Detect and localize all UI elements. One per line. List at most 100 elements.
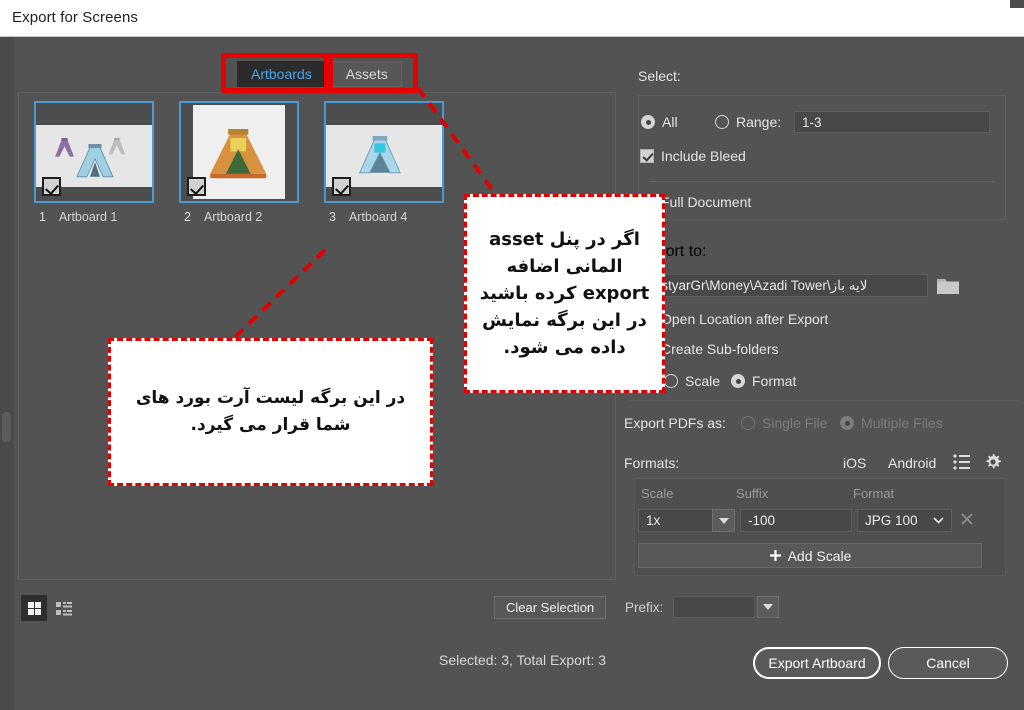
callout-assets-text: اگر در پنل asset المانی اضافه export کرد… [479,229,650,358]
artboard-checkbox[interactable] [332,177,351,196]
include-bleed-label: Include Bleed [661,148,746,164]
create-subfolders-label: Create Sub-folders [661,341,779,357]
list-view-button[interactable] [51,595,77,621]
ios-label: iOS [843,455,867,471]
vertical-scrollbar-thumb[interactable] [2,412,11,442]
suffix-input[interactable]: -100 [740,509,852,532]
radio-scale-icon [664,374,678,388]
artboard-caption: 1 Artboard 1 [34,210,154,224]
radio-scale-label: Scale [685,373,721,389]
prefix-label: Prefix: [625,600,664,615]
azadi-tower-icon [210,129,267,179]
scale-dropdown-button[interactable] [712,509,735,532]
radio-all[interactable]: All [641,114,678,130]
radio-format-icon [731,374,745,388]
callout-assets-note: اگر در پنل asset المانی اضافه export کرد… [464,194,665,393]
artboard-item[interactable]: 2 Artboard 2 [179,101,299,224]
radio-scale[interactable]: Scale [664,373,720,389]
list-icon [953,454,970,470]
ios-preset-button[interactable]: iOS [843,455,866,471]
format-value: JPG 100 [865,513,918,528]
close-icon [961,513,973,525]
android-label: Android [888,455,937,471]
multiple-files-label: Multiple Files [861,415,943,431]
browse-folder-button[interactable] [936,276,960,301]
grid-view-icon [27,601,41,615]
artboard-item[interactable]: 1 Artboard 1 [34,101,154,224]
window-title: Export for Screens [12,9,139,26]
view-toggle-group [21,595,77,621]
artboard-thumbnail[interactable] [324,101,444,203]
include-bleed-checkbox-icon [640,149,654,163]
chevron-down-icon [763,604,773,610]
prefix-input[interactable] [673,596,755,618]
artboard-index: 3 [329,210,336,224]
artboard-checkbox[interactable] [42,177,61,196]
highlight-artboards-tab [221,53,329,93]
range-input[interactable]: 1-3 [794,111,990,133]
highlight-assets-tab [328,53,418,93]
scale-value-input[interactable]: 1x [638,509,713,532]
full-document-label: Full Document [661,194,752,210]
azadi-tower-icon [55,137,126,178]
radio-range[interactable]: Range: [715,114,781,130]
add-scale-button[interactable]: Add Scale [638,543,982,568]
export-for-screens-dialog: Export for Screens Artboards Assets 1 Ar… [0,0,1024,710]
radio-multiple-files[interactable]: Multiple Files [840,415,943,431]
artboard-preview [193,105,285,199]
radio-multiple-files-icon [840,416,854,430]
group-divider [649,181,995,182]
chevron-down-icon [933,517,944,524]
radio-range-icon [715,115,729,129]
caret-down-icon [718,517,729,524]
column-header-suffix: Suffix [736,486,769,501]
callout-artboards-text: در این برگه لیست آرت بورد های شما قرار م… [135,387,406,435]
prefix-dropdown-button[interactable] [757,596,779,618]
radio-all-icon [641,115,655,129]
artboard-caption: 3 Artboard 4 [324,210,444,224]
artboard-thumbnail[interactable] [179,101,299,203]
remove-scale-button[interactable] [960,512,974,531]
title-bar: Export for Screens [0,0,1024,37]
artboard-index: 1 [39,210,46,224]
artboard-name: Artboard 4 [348,210,408,224]
formats-label-row: Formats: [624,455,679,471]
cancel-label: Cancel [926,655,970,671]
select-label: Select: [638,68,681,84]
export-artboard-button[interactable]: Export Artboard [753,647,881,679]
artboard-checkbox[interactable] [187,177,206,196]
column-header-scale: Scale [641,486,674,501]
plus-icon [769,550,781,561]
artboard-thumbnail[interactable] [34,101,154,203]
android-preset-button[interactable]: Android [888,455,936,471]
radio-format[interactable]: Format [731,373,796,389]
left-edge-strip [0,37,14,710]
settings-divider [627,400,1019,401]
scale-value: 1x [646,513,661,528]
checkbox-open-location[interactable]: Open Location after Export [640,311,828,327]
formats-list-button[interactable] [953,454,971,475]
single-file-label: Single File [762,415,828,431]
radio-format-label: Format [752,373,797,389]
clear-selection-button[interactable]: Clear Selection [494,596,607,619]
column-header-format: Format [853,486,895,501]
radio-single-file[interactable]: Single File [741,415,827,431]
radio-single-file-icon [741,416,755,430]
artboard-index: 2 [184,210,191,224]
clear-selection-label: Clear Selection [506,600,595,615]
list-view-icon [55,601,72,615]
artboard-item[interactable]: 3 Artboard 4 [324,101,444,224]
artboard-caption: 2 Artboard 2 [179,210,299,224]
formats-settings-button[interactable] [984,453,1002,476]
artboard-name: Artboard 1 [58,210,118,224]
azadi-tower-icon [358,136,401,174]
gear-icon [986,454,1001,469]
cancel-button[interactable]: Cancel [888,647,1008,679]
export-path-input[interactable]: DastyarGr\Money\Azadi Tower\لایه باز [638,274,928,297]
format-select[interactable]: JPG 100 [857,509,952,532]
grid-view-button[interactable] [21,595,47,621]
titlebar-right-cap [1010,0,1024,8]
range-value: 1-3 [802,114,822,130]
artboard-grid: 1 Artboard 1 2 Artboard 2 3 Artboard 4 [34,101,444,224]
checkbox-include-bleed[interactable]: Include Bleed [640,148,746,164]
